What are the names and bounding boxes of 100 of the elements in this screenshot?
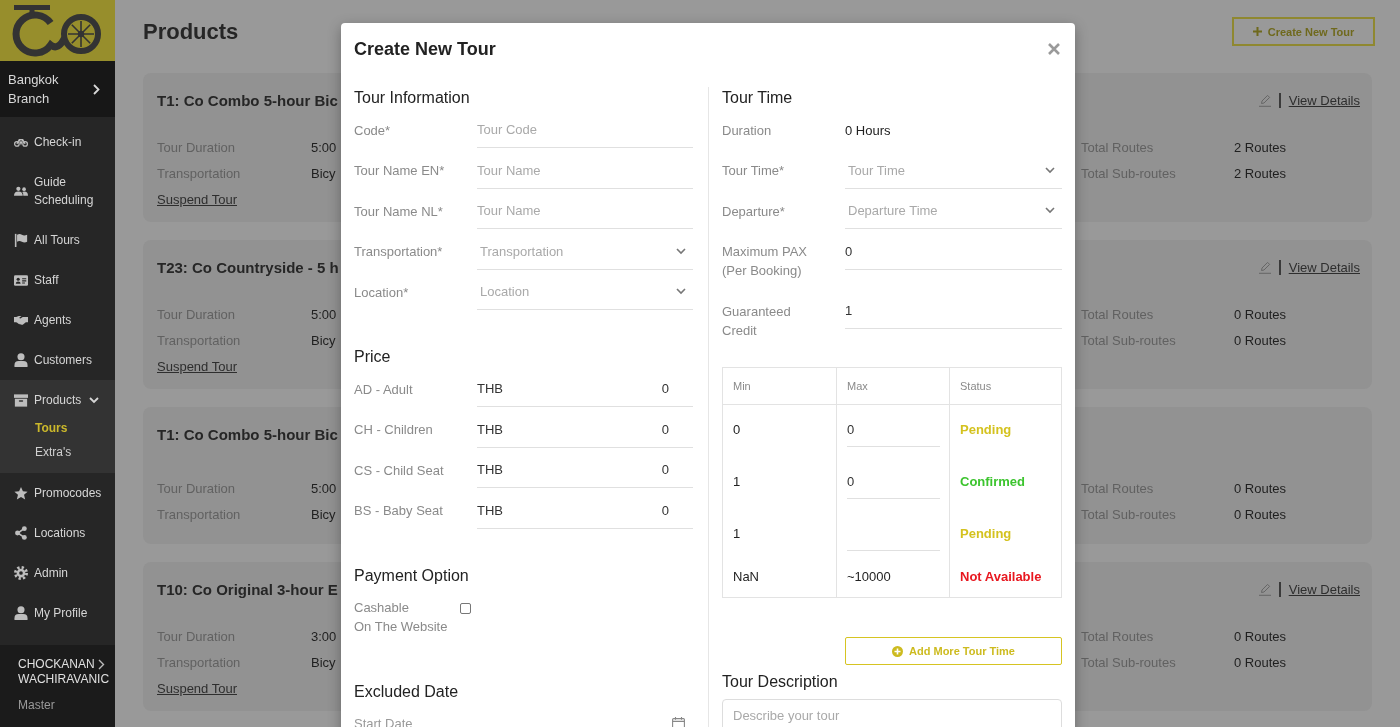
close-icon[interactable]	[1048, 43, 1060, 55]
chevron-right-icon[interactable]	[97, 659, 105, 670]
field-label: Code*	[354, 121, 391, 140]
detail-value: 2 Routes	[1234, 139, 1287, 157]
sidebar-item[interactable]: Check-in	[0, 122, 115, 162]
pencil-icon[interactable]	[1259, 93, 1272, 107]
price-field[interactable]: THB 0	[477, 371, 693, 407]
user-name: CHOCKANAN	[18, 657, 95, 672]
input-field[interactable]: 0	[847, 413, 940, 447]
branch-selector[interactable]: Bangkok Branch	[0, 61, 115, 117]
field-label: Tour Time*	[722, 162, 785, 180]
field-label: Departure*	[722, 202, 785, 221]
detail-value: 0 Routes	[1234, 480, 1287, 498]
field-label: Tour Name EN*	[354, 162, 445, 180]
card-title: T1: Co Combo 5-hour Bic	[157, 91, 338, 109]
share-icon	[14, 526, 28, 540]
sidebar-item[interactable]: Admin	[0, 553, 115, 593]
view-details-link[interactable]: View Details	[1288, 581, 1360, 597]
chevron-right-icon	[93, 83, 100, 95]
detail-value: 2 Routes	[1234, 165, 1287, 183]
input-field[interactable]: 1	[845, 293, 1062, 329]
detail-value: 0 Routes	[1234, 506, 1287, 524]
pencil-icon[interactable]	[1259, 582, 1272, 596]
users-icon	[14, 186, 28, 196]
chevron-down-icon	[676, 247, 686, 255]
suspend-tour-link[interactable]: Suspend Tour	[157, 187, 311, 213]
sidebar-item[interactable]: All Tours	[0, 220, 115, 260]
section-heading: Payment Option	[354, 565, 469, 586]
section-heading: Tour Information	[354, 88, 470, 108]
detail-value: Bicy	[311, 332, 336, 350]
plus-icon	[1252, 27, 1262, 36]
field-label: Guaranteed Credit	[722, 302, 792, 340]
field-value: 0 Hours	[845, 121, 891, 140]
view-details-link[interactable]: View Details	[1288, 259, 1360, 275]
view-details-link[interactable]: View Details	[1288, 92, 1360, 108]
user-icon	[14, 606, 28, 620]
detail-value: Bicy	[311, 506, 336, 524]
handshake-icon	[14, 315, 28, 325]
field-label: BS - Baby Seat	[354, 502, 443, 520]
sidebar-item[interactable]: Guide Scheduling	[0, 162, 115, 220]
pencil-icon[interactable]	[1259, 260, 1272, 274]
input-field[interactable]: 0	[845, 233, 1062, 270]
section-heading: Excluded Date	[354, 681, 459, 702]
price-field[interactable]: THB 0	[477, 492, 693, 529]
sidebar-item[interactable]: Customers	[0, 340, 115, 380]
user-name: WACHIRAVANIC	[18, 672, 110, 687]
sidebar-item[interactable]: My Profile	[0, 593, 115, 633]
checkbox[interactable]	[460, 602, 471, 614]
table-cell-text: 1	[733, 525, 741, 543]
price-field[interactable]: THB 0	[477, 411, 693, 448]
archive-box-icon	[14, 393, 28, 407]
bicycle-icon	[14, 137, 28, 147]
card-title: T23: Co Countryside - 5 h	[157, 258, 339, 276]
input-field[interactable]: Tour Code	[477, 112, 693, 148]
column-header: Status	[960, 380, 992, 392]
input-field[interactable]: 0	[847, 465, 940, 499]
plus-circle-icon	[892, 645, 904, 657]
field-label: Maximum PAX (Per Booking)	[722, 243, 808, 280]
input-field[interactable]: Tour Name	[477, 193, 693, 229]
modal-title: Create New Tour	[354, 38, 496, 60]
column-header: Min	[733, 380, 751, 392]
section-heading: Tour Time	[722, 88, 793, 108]
table-cell-text: NaN	[733, 568, 759, 586]
table-cell-text: 1	[733, 473, 741, 491]
submenu-item[interactable]: Extra's	[35, 440, 72, 464]
detail-value: 5:00	[311, 306, 337, 324]
input-field[interactable]: Tour Name	[477, 152, 693, 189]
status-text: Not Available	[960, 568, 1042, 586]
detail-value: 0 Routes	[1234, 332, 1287, 350]
text-area[interactable]: Describe your tour	[722, 699, 1062, 727]
user-icon	[14, 353, 28, 367]
user-role: Master	[18, 698, 55, 712]
price-field[interactable]: THB 0	[477, 452, 693, 488]
column-header: Max	[847, 380, 868, 392]
status-text: Pending	[960, 421, 1012, 439]
sidebar-item[interactable]: Agents	[0, 300, 115, 340]
field-label: AD - Adult	[354, 380, 413, 399]
sidebar-item[interactable]: Promocodes	[0, 473, 115, 513]
table-cell-text: 0	[733, 421, 741, 439]
calendar-icon	[672, 717, 685, 727]
detail-value: 0 Routes	[1234, 306, 1287, 324]
field-label: Transportation*	[354, 243, 443, 261]
detail-value: Bicy	[311, 165, 336, 183]
card-title: T10: Co Original 3-hour E	[157, 580, 338, 598]
section-heading: Price	[354, 347, 391, 367]
id-card-icon	[14, 274, 28, 286]
sidebar-item[interactable]: Products	[0, 380, 115, 416]
detail-value: Bicy	[311, 654, 336, 672]
detail-value: 5:00	[311, 480, 337, 498]
field-label: Cashable On The Website	[354, 599, 448, 636]
card-title: T1: Co Combo 5-hour Bic	[157, 425, 338, 443]
gear-icon	[14, 566, 28, 580]
suspend-tour-link[interactable]: Suspend Tour	[157, 354, 311, 380]
suspend-tour-link[interactable]: Suspend Tour	[157, 676, 311, 702]
sidebar-item[interactable]: Staff	[0, 260, 115, 300]
sidebar-item[interactable]: Locations	[0, 513, 115, 553]
star-icon	[14, 486, 28, 500]
submenu-item[interactable]: Tours	[35, 416, 68, 440]
field-label: CH - Children	[354, 421, 433, 439]
page-title: Products	[143, 18, 239, 46]
